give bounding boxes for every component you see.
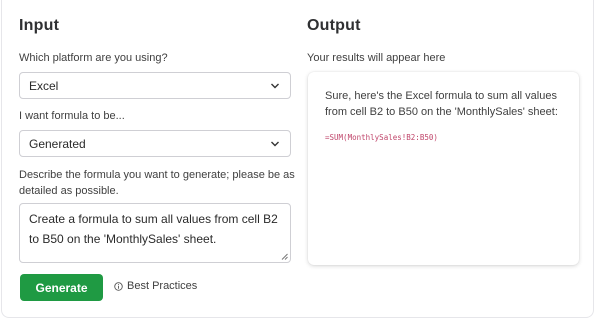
formula-generator-card: Input Which platform are you using? Exce… — [1, 0, 594, 318]
formula-type-select-value: Generated — [29, 136, 86, 151]
input-heading: Input — [19, 17, 60, 34]
output-subheading: Your results will appear here — [307, 52, 446, 64]
output-panel: Sure, here's the Excel formula to sum al… — [308, 72, 579, 265]
best-practices-label: Best Practices — [127, 280, 198, 292]
describe-textarea-value: Create a formula to sum all values from … — [29, 212, 278, 246]
platform-select-value: Excel — [29, 78, 59, 93]
generate-button[interactable]: Generate — [20, 274, 103, 301]
resize-grip-icon[interactable] — [281, 253, 288, 260]
best-practices-link[interactable]: Best Practices — [114, 280, 197, 292]
platform-select[interactable]: Excel — [19, 72, 291, 99]
formula-type-label: I want formula to be... — [19, 110, 125, 122]
info-icon — [114, 281, 123, 291]
chevron-down-icon — [271, 83, 279, 89]
describe-textarea[interactable]: Create a formula to sum all values from … — [19, 203, 291, 263]
output-formula-code: =SUM(MonthlySales!B2:B50) — [325, 133, 438, 142]
describe-label-line1: Describe the formula you want to generat… — [19, 169, 295, 181]
platform-label: Which platform are you using? — [19, 52, 168, 64]
chevron-down-icon — [271, 141, 279, 147]
formula-type-select[interactable]: Generated — [19, 130, 291, 157]
describe-label: Describe the formula you want to generat… — [19, 167, 295, 199]
describe-label-line2: detailed as possible. — [19, 185, 119, 197]
output-result-text: Sure, here's the Excel formula to sum al… — [325, 90, 558, 118]
output-heading: Output — [307, 17, 361, 34]
